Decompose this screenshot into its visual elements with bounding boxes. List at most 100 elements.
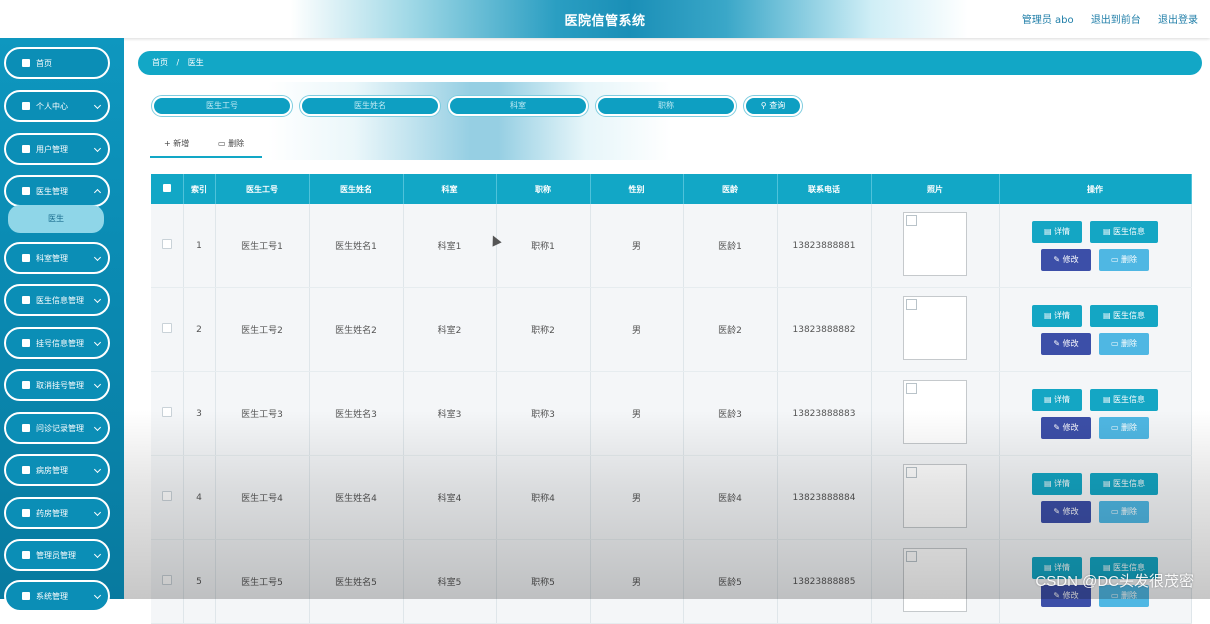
pencil-icon: ✎: [1053, 507, 1063, 516]
sidebar-item-system[interactable]: 系统管理: [4, 580, 110, 612]
broken-image-icon: [903, 296, 967, 360]
delete-button[interactable]: ▭ 删除: [1099, 332, 1149, 355]
cell-title: 职称2: [496, 287, 591, 372]
sidebar-item-consultation[interactable]: 问诊记录管理: [4, 412, 110, 444]
pencil-icon: ✎: [1053, 339, 1063, 348]
department-input[interactable]: 科室: [448, 96, 588, 116]
trash-icon: ▭: [218, 139, 226, 148]
sidebar-item-home[interactable]: 首页: [4, 47, 110, 79]
row-checkbox-cell[interactable]: [151, 371, 184, 456]
doctor-name-input[interactable]: 医生姓名: [300, 96, 440, 116]
edit-button-label: 修改: [1062, 423, 1079, 432]
delete-button[interactable]: ▭ 删除: [1099, 248, 1149, 271]
sidebar-item-label: 病房管理: [36, 465, 68, 475]
sidebar-item-users[interactable]: 用户管理: [4, 133, 110, 165]
cell-gender: 男: [590, 204, 684, 288]
sidebar-item-label: 用户管理: [36, 144, 68, 154]
cell-phone: 13823888883: [777, 371, 872, 456]
sidebar-item-label: 医生管理: [36, 186, 68, 196]
query-button-label: 查询: [769, 101, 786, 110]
detail-button[interactable]: ▤ 详情: [1032, 304, 1082, 327]
tab-add[interactable]: + 新增: [164, 138, 189, 149]
doctor-info-button[interactable]: ▤ 医生信息: [1090, 220, 1158, 243]
breadcrumb-current: 医生: [187, 58, 204, 67]
sidebar-item-label: 管理员管理: [36, 550, 76, 560]
doctor-info-button-label: 医生信息: [1113, 479, 1146, 488]
row-checkbox-cell[interactable]: [151, 539, 184, 624]
cell-gender: 男: [590, 371, 684, 456]
trash-icon: ▭: [1110, 255, 1122, 264]
table-header-row: 索引 医生工号 医生姓名 科室 职称 性别 医龄 联系电话 照片 操作: [151, 174, 1192, 204]
sidebar-item-registration[interactable]: 挂号信息管理: [4, 327, 110, 359]
chevron-down-icon: [93, 253, 102, 262]
sidebar-item-departments[interactable]: 科室管理: [4, 242, 110, 274]
select-all-header[interactable]: [151, 174, 184, 204]
cell-title: 职称1: [496, 204, 591, 288]
doctor-info-button[interactable]: ▤ 医生信息: [1090, 304, 1158, 327]
doctor-info-button[interactable]: ▤ 医生信息: [1090, 388, 1158, 411]
cell-ops: ▤ 详情 ▤ 医生信息 ✎ 修改 ▭ 删除: [999, 287, 1192, 372]
detail-button-label: 详情: [1054, 311, 1071, 320]
chevron-down-icon: [93, 423, 102, 432]
broken-image-icon: [903, 464, 967, 528]
delete-button[interactable]: ▭ 删除: [1099, 416, 1149, 439]
row-checkbox-cell[interactable]: [151, 287, 184, 372]
row-checkbox[interactable]: [161, 407, 172, 417]
sidebar-item-admins[interactable]: 管理员管理: [4, 539, 110, 571]
row-checkbox[interactable]: [161, 239, 172, 249]
cell-name: 医生姓名1: [309, 204, 404, 288]
detail-button[interactable]: ▤ 详情: [1032, 220, 1082, 243]
row-checkbox[interactable]: [161, 575, 172, 585]
sidebar-item-label: 首页: [36, 58, 52, 68]
sidebar-item-profile[interactable]: 个人中心: [4, 90, 110, 122]
edit-button[interactable]: ✎ 修改: [1041, 248, 1091, 271]
row-checkbox[interactable]: [161, 491, 172, 501]
cell-ops: ▤ 详情 ▤ 医生信息 ✎ 修改 ▭ 删除: [999, 455, 1192, 540]
pencil-icon: ✎: [1053, 255, 1063, 264]
sidebar-item-pharmacy[interactable]: 药房管理: [4, 497, 110, 529]
edit-button-label: 修改: [1062, 255, 1079, 264]
cell-gender: 男: [590, 455, 684, 540]
detail-button-label: 详情: [1054, 227, 1071, 236]
sidebar-item-doctor-info[interactable]: 医生信息管理: [4, 284, 110, 316]
detail-button[interactable]: ▤ 详情: [1032, 388, 1082, 411]
sidebar-item-wards[interactable]: 病房管理: [4, 454, 110, 486]
detail-button[interactable]: ▤ 详情: [1032, 472, 1082, 495]
sidebar-item-cancel-registration[interactable]: 取消挂号管理: [4, 369, 110, 401]
cell-dept: 科室5: [403, 539, 497, 624]
pill-icon: [22, 509, 30, 517]
sidebar-subitem-doctor[interactable]: 医生: [8, 205, 104, 233]
sidebar-item-doctors[interactable]: 医生管理: [4, 175, 110, 207]
logout-link[interactable]: 退出登录: [1158, 15, 1198, 26]
cell-dept: 科室1: [403, 204, 497, 288]
document-icon: ▤: [1102, 395, 1114, 404]
row-checkbox-cell[interactable]: [151, 455, 184, 540]
edit-button[interactable]: ✎ 修改: [1041, 500, 1091, 523]
column-header: 科室: [403, 174, 497, 204]
select-all-checkbox[interactable]: [162, 184, 171, 192]
doctor-no-input[interactable]: 医生工号: [152, 96, 292, 116]
query-button[interactable]: ⚲ 查询: [744, 96, 802, 116]
tab-delete[interactable]: ▭ 删除: [218, 138, 244, 149]
grid-icon: [22, 551, 30, 559]
breadcrumb-home[interactable]: 首页: [152, 58, 168, 67]
delete-button-label: 删除: [1121, 339, 1138, 348]
breadcrumb: 首页 / 医生: [138, 51, 1202, 75]
edit-button[interactable]: ✎ 修改: [1041, 416, 1091, 439]
plus-icon: +: [164, 139, 171, 148]
table-row: 1 医生工号1 医生姓名1 科室1 职称1 男医龄1 13823888881 ▤ 详情 ▤ 医生…: [151, 204, 1192, 288]
edit-button[interactable]: ✎ 修改: [1041, 332, 1091, 355]
edit-button-label: 修改: [1062, 507, 1079, 516]
document-icon: ▤: [1043, 395, 1055, 404]
sidebar-item-label: 科室管理: [36, 253, 68, 263]
delete-button[interactable]: ▭ 删除: [1099, 500, 1149, 523]
cell-index: 3: [183, 371, 216, 456]
row-checkbox[interactable]: [161, 323, 172, 333]
doctor-info-button[interactable]: ▤ 医生信息: [1090, 472, 1158, 495]
row-checkbox-cell[interactable]: [151, 204, 184, 288]
folder-icon: [22, 145, 30, 153]
title-input[interactable]: 职称: [596, 96, 736, 116]
cell-years: 医龄3: [683, 371, 778, 456]
back-to-front-link[interactable]: 退出到前台: [1091, 15, 1141, 26]
grid-icon: [22, 187, 30, 195]
